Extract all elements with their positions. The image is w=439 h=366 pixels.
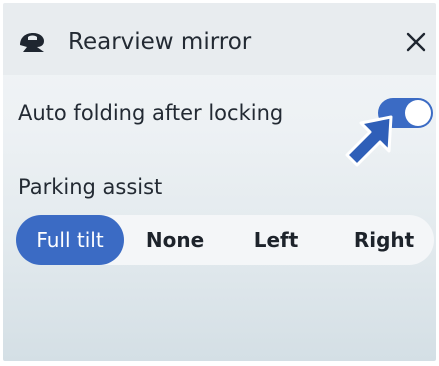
- panel-title: Rearview mirror: [68, 29, 252, 55]
- parking-assist-option-none[interactable]: None: [134, 215, 216, 265]
- pointer-arrow-icon: [343, 113, 395, 171]
- rearview-mirror-panel: Rearview mirror Auto folding after locki…: [3, 3, 436, 361]
- panel-header: Rearview mirror: [3, 3, 436, 75]
- parking-assist-option-left[interactable]: Left: [238, 215, 314, 265]
- parking-assist-option-right[interactable]: Right: [336, 215, 432, 265]
- parking-assist-option-full-tilt[interactable]: Full tilt: [16, 215, 124, 265]
- close-icon[interactable]: [405, 31, 427, 53]
- parking-assist-segmented-control: Full tilt None Left Right: [16, 215, 434, 265]
- toggle-knob: [405, 100, 431, 126]
- side-mirror-icon: [17, 31, 47, 53]
- parking-assist-label: Parking assist: [18, 175, 163, 199]
- auto-folding-label: Auto folding after locking: [18, 101, 284, 125]
